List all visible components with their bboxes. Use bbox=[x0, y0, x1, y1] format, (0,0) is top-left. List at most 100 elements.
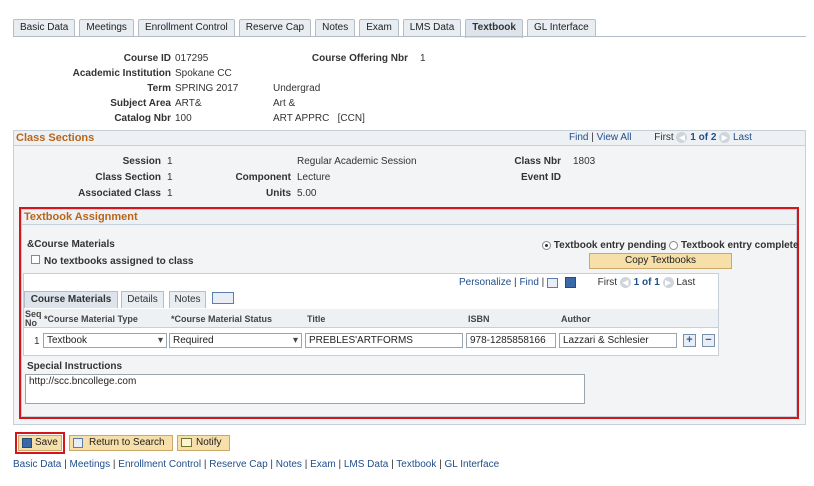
class-sections-view-all-link[interactable]: View All bbox=[597, 132, 632, 143]
previous-arrow-icon[interactable]: ◀ bbox=[676, 132, 688, 143]
notify-button[interactable]: Notify bbox=[177, 435, 230, 451]
bottom-link-separator: | bbox=[112, 459, 116, 470]
bottom-link-separator: | bbox=[270, 459, 274, 470]
course-materials-label: &Course Materials bbox=[27, 239, 115, 250]
author-input[interactable]: Lazzari & Schlesier bbox=[559, 333, 677, 348]
offering-value: 1 bbox=[420, 53, 426, 64]
subtab-details[interactable]: Details bbox=[121, 291, 164, 308]
tab-meetings[interactable]: Meetings bbox=[79, 19, 134, 37]
col-course-material-status: *Course Material Status bbox=[171, 314, 273, 324]
subject-description: Art & bbox=[273, 98, 296, 109]
units-value: 5.00 bbox=[297, 188, 317, 199]
col-title: Title bbox=[307, 314, 326, 324]
tab-basic-data[interactable]: Basic Data bbox=[13, 19, 76, 37]
delete-row-icon[interactable]: − bbox=[702, 334, 715, 347]
grid-toolbar: Personalize | Find | First ◀ 1 of 1 ▶ La… bbox=[459, 277, 695, 288]
personalize-link[interactable]: Personalize bbox=[459, 277, 511, 288]
grid-find-link[interactable]: Find bbox=[519, 277, 538, 288]
entry-pending-radio[interactable] bbox=[542, 240, 551, 250]
bottom-link-lms-data[interactable]: LMS Data bbox=[344, 459, 388, 470]
tab-reserve-cap[interactable]: Reserve Cap bbox=[238, 19, 312, 37]
notify-envelope-icon bbox=[181, 438, 192, 447]
units-label: Units bbox=[266, 188, 291, 199]
bottom-link-reserve-cap[interactable]: Reserve Cap bbox=[209, 459, 267, 470]
grid-first-label: First bbox=[597, 277, 618, 289]
return-to-search-button[interactable]: Return to Search bbox=[69, 435, 173, 451]
bottom-link-textbook[interactable]: Textbook bbox=[396, 459, 436, 470]
event-id-label: Event ID bbox=[520, 172, 561, 183]
term-value: SPRING 2017 bbox=[175, 83, 239, 94]
grid-next-arrow-icon[interactable]: ▶ bbox=[662, 277, 674, 288]
highlight-save-box bbox=[15, 432, 65, 454]
return-to-search-label: Return to Search bbox=[89, 437, 165, 448]
institution-value: Spokane CC bbox=[175, 68, 232, 79]
class-nbr-value: 1803 bbox=[573, 156, 596, 167]
subtab-notes[interactable]: Notes bbox=[169, 291, 206, 308]
tab-gl-interface[interactable]: GL Interface bbox=[526, 19, 596, 37]
tab-notes[interactable]: Notes bbox=[315, 19, 356, 37]
tab-divider bbox=[13, 36, 806, 37]
bottom-link-gl-interface[interactable]: GL Interface bbox=[445, 459, 500, 470]
bottom-link-separator: | bbox=[338, 459, 342, 470]
class-nbr-label: Class Nbr bbox=[514, 156, 561, 167]
course-material-status-select[interactable]: Required bbox=[169, 333, 302, 348]
class-sections-header: Class Sections Find | View All First ◀ 1… bbox=[14, 131, 805, 146]
tab-lms-data[interactable]: LMS Data bbox=[402, 19, 462, 37]
copy-textbooks-button[interactable]: Copy Textbooks bbox=[589, 253, 732, 269]
no-textbooks-checkbox[interactable] bbox=[31, 255, 40, 264]
class-section-label: Class Section bbox=[95, 172, 161, 183]
bottom-link-basic-data[interactable]: Basic Data bbox=[13, 459, 61, 470]
tab-exam[interactable]: Exam bbox=[359, 19, 399, 37]
bottom-link-enrollment-control[interactable]: Enrollment Control bbox=[118, 459, 201, 470]
isbn-input[interactable]: 978-1285858166 bbox=[466, 333, 556, 348]
title-input[interactable]: PREBLES'ARTFORMS bbox=[305, 333, 463, 348]
show-all-columns-icon[interactable] bbox=[212, 292, 234, 304]
special-instructions-textarea[interactable]: http://scc.bncollege.com bbox=[25, 374, 585, 404]
special-instructions-label: Special Instructions bbox=[27, 361, 123, 372]
class-sections-page-count: 1 of 2 bbox=[690, 132, 717, 144]
bottom-link-meetings[interactable]: Meetings bbox=[70, 459, 111, 470]
col-isbn: ISBN bbox=[468, 314, 490, 324]
bottom-link-separator: | bbox=[391, 459, 394, 470]
course-material-type-select[interactable]: Textbook bbox=[43, 333, 167, 348]
grid-previous-arrow-icon[interactable]: ◀ bbox=[619, 277, 631, 288]
component-label: Component bbox=[235, 172, 291, 183]
bottom-link-separator: | bbox=[304, 459, 308, 470]
term-label: Term bbox=[147, 83, 171, 94]
class-sections-find-link[interactable]: Find bbox=[569, 132, 588, 143]
view-grid-icon[interactable] bbox=[547, 277, 559, 288]
add-row-icon[interactable]: + bbox=[683, 334, 696, 347]
course-id-label: Course ID bbox=[123, 53, 171, 64]
bottom-link-notes[interactable]: Notes bbox=[276, 459, 302, 470]
grid-page-count: 1 of 1 bbox=[633, 277, 660, 289]
entry-complete-radio[interactable] bbox=[669, 240, 679, 250]
bottom-link-separator: | bbox=[439, 459, 442, 470]
session-value: 1 bbox=[167, 156, 173, 167]
col-course-material-type: *Course Material Type bbox=[44, 314, 138, 324]
class-sections-first-label: First bbox=[654, 132, 674, 144]
entry-pending-label: Textbook entry pending bbox=[553, 240, 667, 251]
grid-last-label: Last bbox=[676, 277, 696, 289]
class-sections-nav: Find | View All First ◀ 1 of 2 ▶ Last bbox=[569, 132, 752, 143]
class-section-value: 1 bbox=[167, 172, 173, 183]
bottom-page-links: Basic Data | Meetings | Enrollment Contr… bbox=[13, 459, 499, 470]
no-textbooks-label: No textbooks assigned to class bbox=[44, 256, 194, 267]
associated-class-value: 1 bbox=[167, 188, 173, 199]
bottom-link-separator: | bbox=[203, 459, 207, 470]
associated-class-label: Associated Class bbox=[78, 188, 161, 199]
return-search-icon bbox=[73, 438, 83, 448]
toolbar-separator: | bbox=[541, 277, 545, 289]
download-excel-icon[interactable] bbox=[564, 277, 576, 288]
bottom-link-exam[interactable]: Exam bbox=[310, 459, 336, 470]
offering-label: Course Offering Nbr bbox=[311, 53, 408, 64]
subtab-course-materials[interactable]: Course Materials bbox=[24, 291, 118, 308]
tab-enrollment-control[interactable]: Enrollment Control bbox=[137, 19, 235, 37]
catalog-value: 100 bbox=[175, 113, 192, 124]
next-arrow-icon[interactable]: ▶ bbox=[719, 132, 731, 143]
class-sections-last-link[interactable]: Last bbox=[733, 132, 752, 143]
catalog-label: Catalog Nbr bbox=[114, 113, 171, 124]
bottom-link-separator: | bbox=[64, 459, 67, 470]
entry-complete-label: Textbook entry complete bbox=[680, 240, 799, 251]
nav-separator: | bbox=[591, 132, 594, 144]
session-label: Session bbox=[122, 156, 161, 167]
